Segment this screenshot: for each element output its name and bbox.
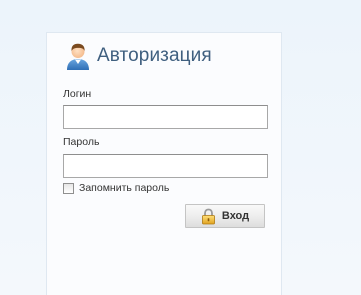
login-button[interactable]: Вход (185, 204, 265, 228)
remember-label[interactable]: Запомнить пароль (79, 182, 169, 194)
remember-row: Запомнить пароль (63, 182, 169, 194)
password-label: Пароль (63, 136, 100, 148)
lock-icon (201, 208, 215, 224)
user-icon (67, 43, 89, 70)
page-title: Авторизация (97, 45, 212, 66)
login-panel: Авторизация Логин Пароль Запомнить парол… (46, 32, 282, 295)
password-input[interactable] (63, 154, 268, 178)
panel-header: Авторизация (65, 41, 212, 71)
remember-checkbox[interactable] (63, 182, 74, 194)
login-label: Логин (63, 88, 92, 100)
login-button-label: Вход (221, 210, 250, 222)
login-input[interactable] (63, 105, 268, 129)
